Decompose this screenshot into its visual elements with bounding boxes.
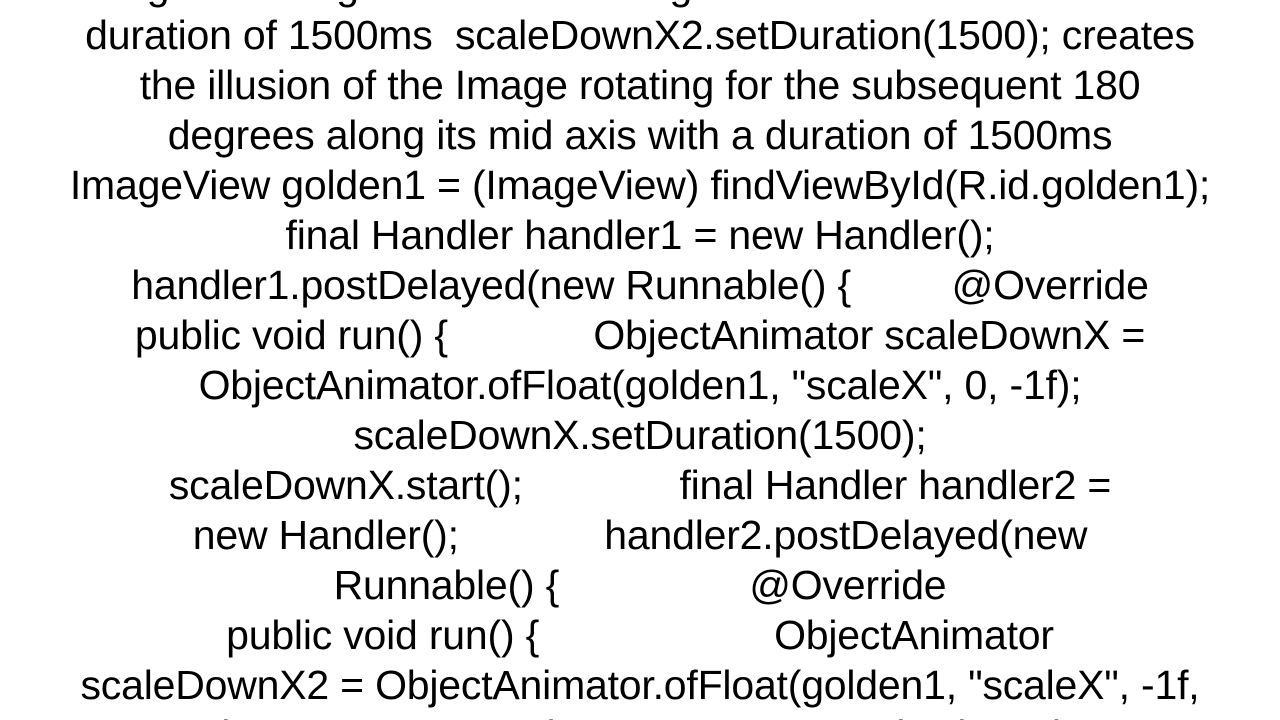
document-viewport: degrees along its mid axis along its mid… bbox=[0, 0, 1280, 720]
body-text: degrees along its mid axis along its mid… bbox=[20, 0, 1260, 720]
